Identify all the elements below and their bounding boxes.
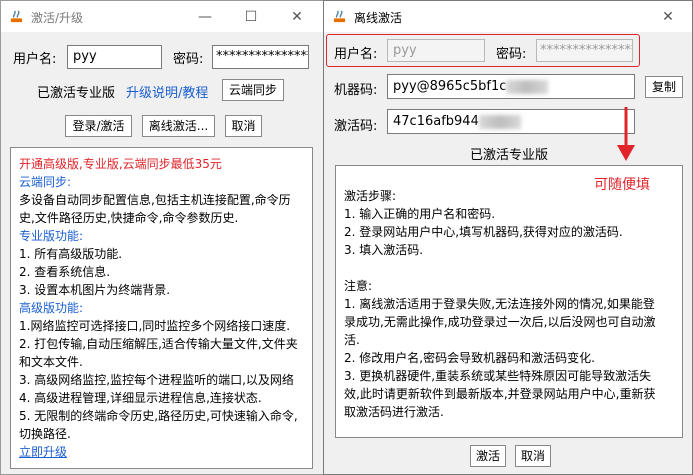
annotation-text: 可随便填 [594, 177, 650, 193]
instructions-panel: 可随便填 激活步骤: 1. 输入正确的用户名和密码. 2. 登录网站用户中心,填… [335, 165, 683, 438]
password-label: 密码: [496, 47, 527, 62]
username-label: 用户名: [13, 52, 57, 67]
cloud-sync-desc-2: 史,文件路径历史,快捷命令,命令参数历史. [19, 211, 239, 225]
activation-status: 已激活专业版 [37, 86, 116, 101]
password-input[interactable]: *************** [212, 45, 309, 69]
activation-code-label: 激活码: [334, 119, 378, 134]
minimize-button[interactable]: — [185, 5, 225, 29]
window-title: 激活/升级 [31, 11, 84, 25]
username-label: 用户名: [334, 47, 378, 62]
username-input[interactable]: pyy [387, 39, 485, 62]
password-input[interactable]: *************** [536, 39, 633, 62]
username-input[interactable]: pyy [67, 45, 162, 69]
upgrade-guide-link[interactable]: 升级说明/教程 [126, 82, 208, 101]
upgrade-now-link[interactable]: 立即升级 [19, 443, 67, 460]
activation-code-input[interactable]: 47c16afb944 [387, 109, 635, 134]
advanced-feature-5b: 切换路径. [19, 427, 71, 441]
title-bar[interactable]: 离线激活 ✕ [324, 1, 692, 32]
cloud-sync-button[interactable]: 云端同步 [222, 79, 284, 101]
note-heading: 注意: [344, 279, 373, 293]
machine-code-label: 机器码: [334, 83, 378, 98]
promo-text: 开通高级版,专业版,云端同步最低35元 [19, 157, 222, 171]
redacted-blur [478, 114, 521, 129]
note-1c: 活. [344, 333, 360, 347]
window-title: 离线激活 [354, 11, 403, 25]
note-3a: 3. 更换机器硬件,重装系统或某些特殊原因可能导致激活失 [344, 369, 652, 383]
advanced-feature-2b: 和文本文件. [19, 355, 83, 369]
advanced-heading: 高级版功能: [19, 301, 84, 315]
advanced-feature-2a: 2. 打包传输,自动压缩解压,适合传输大量文件,文件夹 [19, 337, 298, 351]
note-1b: 录成功,无需此操作,成功登录过一次后,以后没网也可自动激 [344, 315, 656, 329]
info-panel: 开通高级版,专业版,云端同步最低35元 云端同步: 多设备自动同步配置信息,包括… [10, 147, 313, 469]
activate-button[interactable]: 激活 [470, 445, 506, 467]
pro-feature-3: 3. 设置本机图片为终端背景. [19, 283, 171, 297]
title-bar[interactable]: 激活/升级 — ☐ ✕ [1, 1, 323, 32]
offline-activation-window: 离线激活 ✕ 用户名: pyy 密码: *************** 机器码:… [323, 0, 693, 475]
step-3: 3. 填入激活码. [344, 243, 424, 257]
java-icon [10, 10, 23, 23]
close-button[interactable]: ✕ [277, 5, 317, 29]
advanced-feature-4: 4. 高级进程管理,详细显示进程信息,连接状态. [19, 391, 262, 405]
cancel-button[interactable]: 取消 [225, 115, 262, 137]
pro-heading: 专业版功能: [19, 229, 84, 243]
activation-window: 激活/升级 — ☐ ✕ 用户名: pyy 密码: ***************… [0, 0, 324, 475]
copy-button[interactable]: 复制 [645, 76, 683, 98]
note-3c: 取激活码进行激活. [344, 405, 444, 419]
pro-feature-1: 1. 所有高级版功能. [19, 247, 123, 261]
password-label: 密码: [173, 52, 204, 67]
activation-code-value: 47c16afb944 [393, 114, 479, 129]
red-arrow-annotation [617, 107, 635, 161]
advanced-feature-3: 3. 高级网络监控,监控每个进程监听的端口,以及网络 [19, 373, 294, 387]
machine-code-value: pyy@8965c5bf1c [393, 79, 507, 94]
step-2: 2. 登录网站用户中心,填写机器码,获得对应的激活码. [344, 225, 623, 239]
steps-heading: 激活步骤: [344, 189, 397, 203]
pro-feature-2: 2. 查看系统信息. [19, 265, 111, 279]
cloud-sync-heading: 云端同步: [19, 175, 72, 189]
note-1a: 1. 离线激活适用于登录失败,无法连接外网的情况,如果能登 [344, 297, 655, 311]
login-activate-button[interactable]: 登录/激活 [65, 115, 132, 137]
cancel-button[interactable]: 取消 [515, 445, 551, 467]
note-2: 2. 修改用户名,密码会导致机器码和激活码变化. [344, 351, 595, 365]
offline-activate-button[interactable]: 离线激活... [142, 115, 215, 137]
activation-status: 已激活专业版 [470, 148, 549, 163]
java-icon [333, 10, 346, 23]
cloud-sync-desc-1: 多设备自动同步配置信息,包括主机连接配置,命令历 [19, 193, 291, 207]
advanced-feature-1: 1.网络监控可选择接口,同时监控多个网络接口速度. [19, 319, 291, 333]
note-3b: 效,此时请更新软件到最新版本,并登录网站用户中心,重新获 [344, 387, 656, 401]
machine-code-input[interactable]: pyy@8965c5bf1c [387, 74, 635, 99]
advanced-feature-5a: 5. 无限制的终端命令历史,路径历史,可快速输入命令, [19, 409, 298, 423]
close-button[interactable]: ✕ [648, 5, 688, 29]
step-1: 1. 输入正确的用户名和密码. [344, 207, 496, 221]
redacted-blur [506, 79, 549, 94]
maximize-button[interactable]: ☐ [231, 5, 271, 29]
